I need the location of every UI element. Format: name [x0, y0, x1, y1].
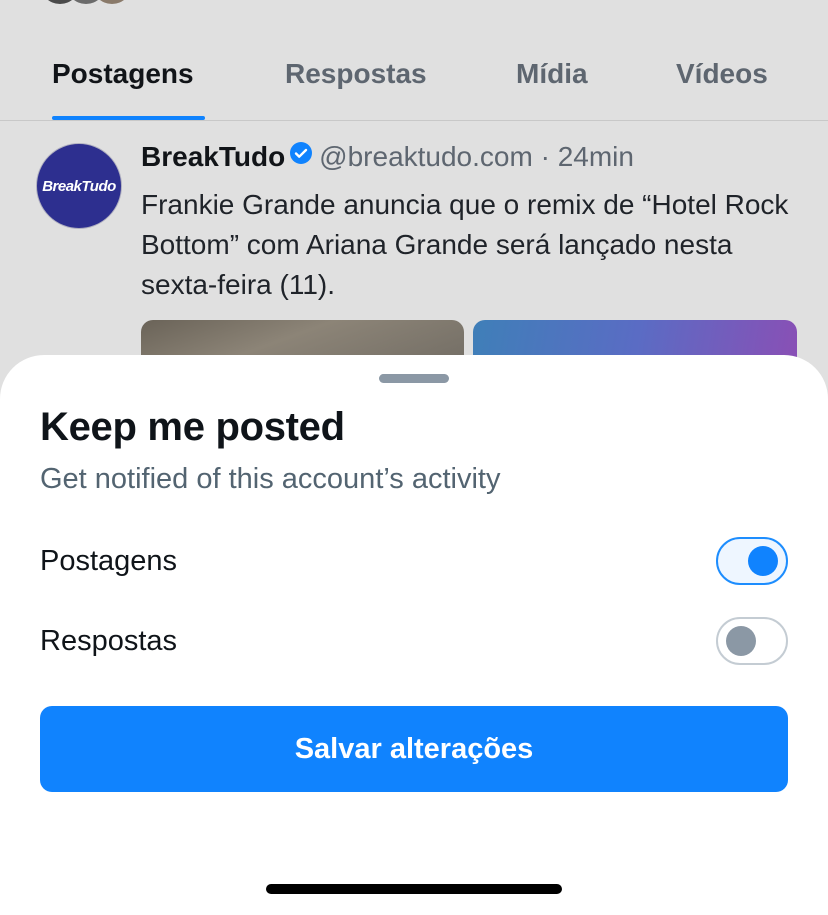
- tab-respostas[interactable]: Respostas: [285, 58, 427, 90]
- option-row-postagens: Postagens: [40, 537, 788, 587]
- sheet-drag-handle[interactable]: [379, 374, 449, 383]
- option-label: Respostas: [40, 625, 178, 657]
- verified-badge-icon: [289, 140, 313, 172]
- option-label: Postagens: [40, 545, 178, 577]
- toggle-knob: [726, 626, 756, 656]
- option-row-respostas: Respostas: [40, 617, 788, 667]
- post-header: BreakTudo @breaktudo.com · 24min: [141, 141, 634, 175]
- sheet-title: Keep me posted: [40, 405, 345, 449]
- save-button[interactable]: Salvar alterações: [40, 706, 788, 792]
- respostas-toggle[interactable]: [716, 617, 788, 665]
- profile-tabs: Postagens Respostas Mídia Vídeos: [0, 40, 828, 121]
- post-handle-time: @breaktudo.com · 24min: [319, 141, 634, 172]
- tab-videos[interactable]: Vídeos: [676, 58, 768, 90]
- avatar[interactable]: BreakTudo: [36, 143, 122, 229]
- tab-postagens[interactable]: Postagens: [52, 58, 194, 90]
- notification-sheet: Keep me posted Get notified of this acco…: [0, 355, 828, 915]
- home-indicator: [266, 884, 562, 894]
- toggle-knob: [748, 546, 778, 576]
- sheet-subtitle: Get notified of this account’s activity: [40, 463, 501, 495]
- post-text: Frankie Grande anuncia que o remix de “H…: [141, 189, 789, 300]
- post-author[interactable]: BreakTudo: [141, 141, 285, 172]
- postagens-toggle[interactable]: [716, 537, 788, 585]
- tab-midia[interactable]: Mídia: [516, 58, 588, 90]
- active-tab-indicator: [52, 116, 205, 120]
- top-avatar-group: [40, 0, 132, 4]
